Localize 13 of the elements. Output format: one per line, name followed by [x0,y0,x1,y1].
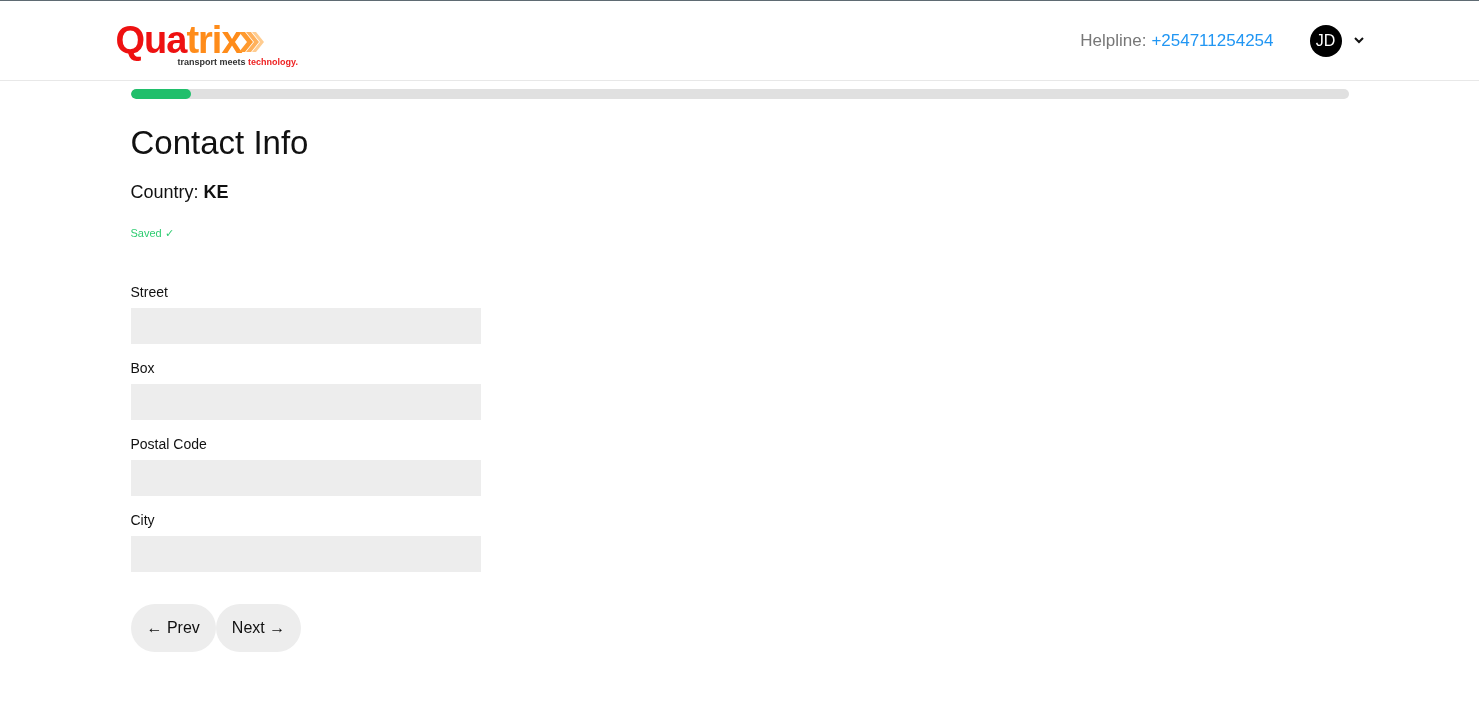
field-label: Box [130,360,155,376]
field-label: Street [130,284,168,300]
country-text: Country: KE [130,181,229,204]
helpline-label: Helpline: [1080,29,1147,52]
chevron-down-icon[interactable] [1353,37,1364,44]
field-label: City [130,512,155,528]
user-avatar[interactable]: JD [1309,24,1342,57]
prev-button[interactable]: ← Prev [130,604,216,652]
logo-tagline: transport meets technology. [177,56,298,67]
page-title: Contact Info [130,123,309,163]
next-button[interactable]: Next → [215,604,302,652]
saved-status: Saved ✓ [130,226,174,240]
field-label: Postal Code [130,436,207,452]
